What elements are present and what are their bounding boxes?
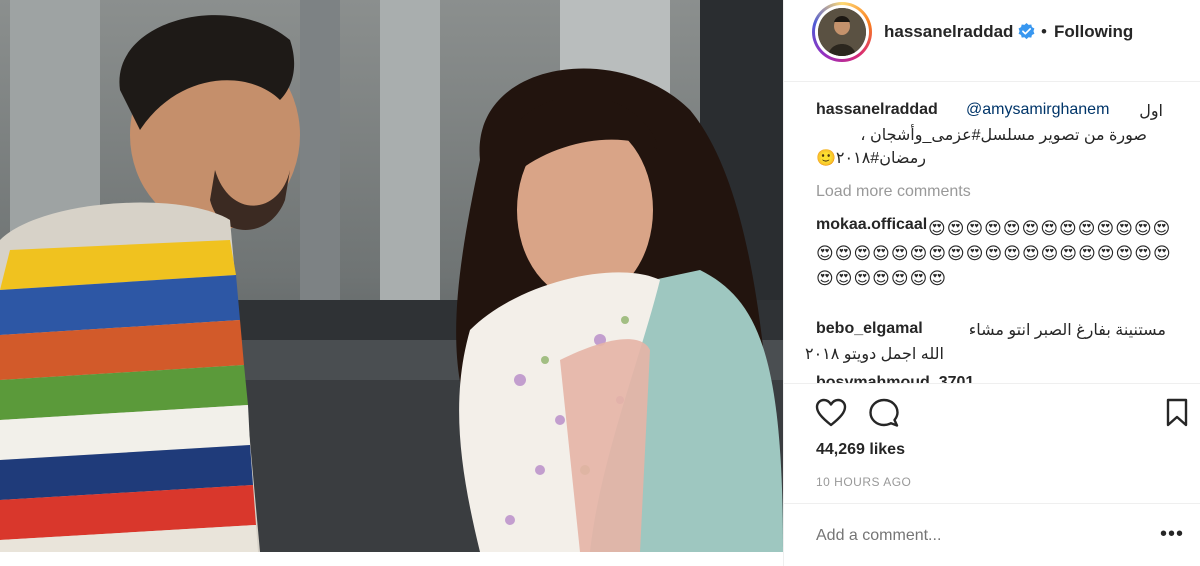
- post-photo[interactable]: [0, 0, 783, 552]
- comment-text: الله اجمل دويتو ٢٠١٨: [804, 346, 944, 363]
- comment-text: مستنينة بفارغ الصبر انتو مشاء: [968, 322, 1166, 339]
- post-image: [0, 0, 783, 552]
- header-separator: •: [1041, 22, 1047, 41]
- caption-username[interactable]: hassanelraddad: [816, 101, 938, 119]
- more-options-icon[interactable]: •••: [1160, 523, 1184, 546]
- photo-bottom-strip: [0, 552, 783, 566]
- heart-icon[interactable]: [815, 398, 847, 428]
- divider: [784, 383, 1200, 384]
- avatar-border: [815, 5, 869, 59]
- comment-username[interactable]: bebo_elgamal: [816, 320, 923, 338]
- caption-text-line3: رمضان#٢٠١٨🙂: [816, 150, 926, 167]
- bookmark-icon[interactable]: [1165, 398, 1189, 428]
- comment-bubble-icon[interactable]: [868, 398, 900, 428]
- comment-username[interactable]: bosymahmoud_3701: [816, 374, 974, 383]
- verified-badge-icon: [1018, 23, 1035, 40]
- caption-text-first: اول: [1139, 103, 1163, 120]
- load-more-comments-button[interactable]: Load more comments: [816, 183, 971, 201]
- add-comment-input[interactable]: [816, 527, 1146, 545]
- header-username[interactable]: hassanelraddad: [884, 22, 1013, 42]
- caption-mention[interactable]: @amysamirghanem: [966, 101, 1109, 119]
- avatar[interactable]: [812, 2, 872, 62]
- post-header: hassanelraddad • Following: [784, 0, 1200, 82]
- avatar-image: [818, 8, 866, 56]
- likes-count[interactable]: 44,269 likes: [816, 441, 905, 459]
- post-detail-panel: hassanelraddad • Following hassanelradda…: [783, 0, 1200, 566]
- post-timestamp[interactable]: 10 HOURS AGO: [816, 475, 911, 489]
- comments-list[interactable]: hassanelraddad @amysamirghanem اول صورة …: [784, 83, 1200, 383]
- following-button[interactable]: Following: [1054, 22, 1133, 42]
- caption-text-line2: صورة من تصوير مسلسل#عزمى_وأشجان ،: [860, 127, 1147, 144]
- comment-text: 😍😍😍😍😍😍😍😍😍😍😍😍😍😍😍😍😍😍😍😍😍😍😍😍😍😍😍😍😍😍😍😍😍😍😍😍😍😍😍: [816, 219, 1172, 288]
- divider: [784, 503, 1200, 504]
